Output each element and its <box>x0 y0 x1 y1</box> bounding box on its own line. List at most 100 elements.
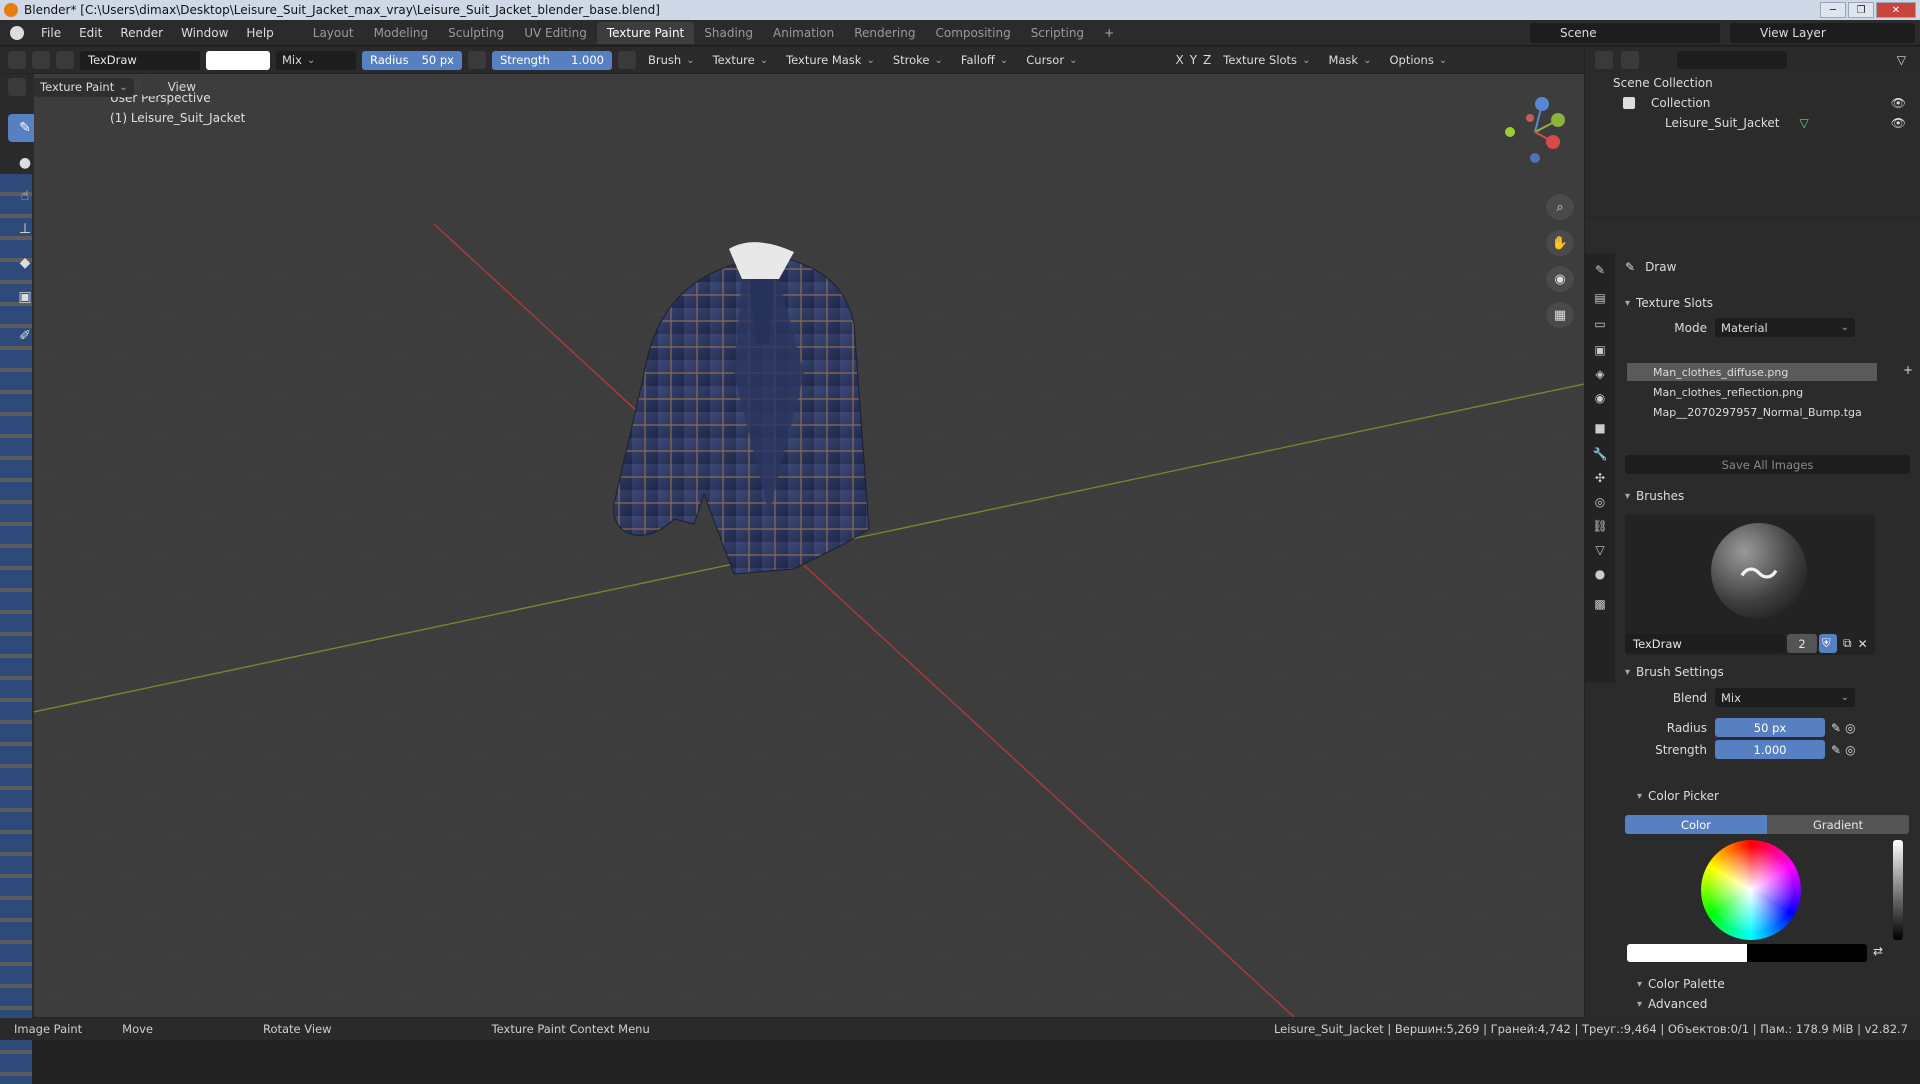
pressure-strength-icon[interactable] <box>618 51 636 69</box>
scene-tab-icon[interactable]: ◈ <box>1591 365 1609 383</box>
symmetry-y[interactable]: Y <box>1190 53 1197 67</box>
gradient-tab[interactable]: Gradient <box>1767 815 1909 834</box>
advanced-header[interactable]: Advanced <box>1617 994 1920 1014</box>
brush-settings-header[interactable]: Brush Settings <box>1617 662 1920 682</box>
strength-pressure-icon[interactable]: ✎ <box>1831 743 1841 757</box>
menu-render[interactable]: Render <box>111 26 172 40</box>
tab-scripting[interactable]: Scripting <box>1021 22 1094 44</box>
blender-menu-icon[interactable] <box>10 25 24 40</box>
brush-users-count[interactable]: 2 <box>1787 634 1817 653</box>
menu-edit[interactable]: Edit <box>70 26 111 40</box>
mask-menu[interactable]: Mask <box>1322 51 1377 70</box>
texture-tab-icon[interactable]: ▩ <box>1591 595 1609 613</box>
scene-collection-row[interactable]: Scene Collection <box>1585 73 1920 93</box>
tab-compositing[interactable]: Compositing <box>925 22 1020 44</box>
cursor-menu[interactable]: Cursor <box>1020 51 1083 70</box>
strength-unified-icon[interactable]: ◎ <box>1845 743 1855 757</box>
duplicate-brush-icon[interactable]: ⧉ <box>1843 636 1852 651</box>
visibility-eye-icon[interactable]: 👁 <box>1891 96 1906 110</box>
blend-dropdown[interactable]: Mix <box>1715 688 1855 707</box>
symmetry-x[interactable]: X <box>1175 53 1183 67</box>
radius-slider[interactable]: Radius 50 px <box>362 50 462 70</box>
scene-selector[interactable]: Scene <box>1530 23 1720 43</box>
brush-icon[interactable] <box>56 51 74 69</box>
tab-uv-editing[interactable]: UV Editing <box>514 22 597 44</box>
material-tab-icon[interactable]: ● <box>1591 565 1609 583</box>
options-menu[interactable]: Options <box>1383 51 1453 70</box>
value-slider[interactable] <box>1893 840 1903 940</box>
collection-checkbox[interactable] <box>1623 97 1635 109</box>
brush-menu[interactable]: Brush <box>642 51 701 70</box>
tab-animation[interactable]: Animation <box>763 22 844 44</box>
editor-type-icon[interactable] <box>8 51 26 69</box>
color-tab[interactable]: Color <box>1625 815 1767 834</box>
radius-pressure-icon[interactable]: ✎ <box>1831 721 1841 735</box>
modifier-tab-icon[interactable]: 🔧 <box>1591 445 1609 463</box>
menu-window[interactable]: Window <box>172 26 237 40</box>
brush-name-field[interactable]: TexDraw <box>80 50 200 70</box>
slot-diffuse[interactable]: Man_clothes_diffuse.png <box>1627 363 1877 381</box>
object-visibility-eye-icon[interactable]: 👁 <box>1891 116 1906 130</box>
camera-icon[interactable]: ◉ <box>1546 266 1574 292</box>
brush-name-field[interactable]: TexDraw <box>1625 634 1785 653</box>
collection-row[interactable]: Collection 👁 <box>1585 93 1920 113</box>
mode-icon[interactable] <box>8 78 26 96</box>
render-tab-icon[interactable]: ▤ <box>1591 289 1609 307</box>
object-tab-icon[interactable]: ■ <box>1591 419 1609 437</box>
unlink-brush-icon[interactable]: ✕ <box>1858 637 1868 651</box>
mode-dropdown[interactable]: Texture Paint <box>34 77 134 97</box>
outliner-type-icon[interactable] <box>1595 51 1613 69</box>
brushes-header[interactable]: Brushes <box>1617 486 1920 506</box>
menu-file[interactable]: File <box>32 26 70 40</box>
view-layer-tab-icon[interactable]: ▣ <box>1591 341 1609 359</box>
view-layer-selector[interactable]: View Layer <box>1730 23 1915 43</box>
minimize-button[interactable]: ─ <box>1820 2 1846 18</box>
radius-slider[interactable]: 50 px <box>1715 718 1825 737</box>
save-all-images-button[interactable]: Save All Images <box>1625 455 1910 474</box>
fake-user-icon[interactable]: ⛨ <box>1819 634 1837 653</box>
navigation-gizmo[interactable] <box>1500 92 1570 167</box>
stroke-menu[interactable]: Stroke <box>887 51 949 70</box>
display-mode-icon[interactable] <box>1621 51 1639 69</box>
mode-dropdown[interactable]: Material <box>1715 318 1855 337</box>
view-menu[interactable]: View <box>168 80 196 94</box>
menu-help[interactable]: Help <box>237 26 282 40</box>
slot-reflection[interactable]: Man_clothes_reflection.png <box>1627 383 1877 401</box>
output-tab-icon[interactable]: ▭ <box>1591 315 1609 333</box>
3d-viewport[interactable]: User Perspective (1) Leisure_Suit_Jacket… <box>34 74 1584 1017</box>
strength-slider[interactable]: 1.000 <box>1715 740 1825 759</box>
add-workspace-button[interactable]: + <box>1094 22 1124 44</box>
color-picker-header[interactable]: Color Picker <box>1617 786 1920 806</box>
tab-sculpting[interactable]: Sculpting <box>438 22 514 44</box>
filter-icon[interactable]: ▽ <box>1897 53 1906 67</box>
mesh-data-tab-icon[interactable]: ▽ <box>1591 541 1609 559</box>
outliner-search-input[interactable] <box>1677 51 1787 69</box>
radius-unified-icon[interactable]: ◎ <box>1845 721 1855 735</box>
pan-hand-icon[interactable]: ✋ <box>1546 230 1574 256</box>
close-button[interactable]: ✕ <box>1876 2 1916 18</box>
tool-icon[interactable] <box>32 51 50 69</box>
pressure-radius-icon[interactable] <box>468 51 486 69</box>
brush-color-swatch[interactable] <box>206 50 270 70</box>
object-row[interactable]: Leisure_Suit_Jacket ▽ 👁 <box>1585 113 1920 133</box>
particles-tab-icon[interactable]: ✣ <box>1591 469 1609 487</box>
color-swatches[interactable] <box>1627 944 1867 962</box>
blend-dropdown[interactable]: Mix <box>276 50 356 70</box>
zoom-icon[interactable]: ⌕ <box>1546 194 1574 220</box>
world-tab-icon[interactable]: ◉ <box>1591 389 1609 407</box>
tab-layout[interactable]: Layout <box>303 22 364 44</box>
tab-modeling[interactable]: Modeling <box>364 22 439 44</box>
physics-tab-icon[interactable]: ◎ <box>1591 493 1609 511</box>
slot-normal-bump[interactable]: Map__2070297957_Normal_Bump.tga <box>1627 403 1877 421</box>
texture-menu[interactable]: Texture <box>707 51 775 70</box>
tab-rendering[interactable]: Rendering <box>844 22 925 44</box>
tab-shading[interactable]: Shading <box>694 22 763 44</box>
strength-slider[interactable]: Strength 1.000 <box>492 50 612 70</box>
color-palette-header[interactable]: Color Palette <box>1617 974 1920 994</box>
tool-tab-icon[interactable]: ✎ <box>1591 261 1609 279</box>
maximize-button[interactable]: ❐ <box>1848 2 1874 18</box>
texture-mask-menu[interactable]: Texture Mask <box>780 51 881 70</box>
falloff-menu[interactable]: Falloff <box>955 51 1014 70</box>
texture-slots-header[interactable]: Texture Slots <box>1617 293 1920 313</box>
swap-colors-icon[interactable]: ⇄ <box>1873 944 1883 958</box>
